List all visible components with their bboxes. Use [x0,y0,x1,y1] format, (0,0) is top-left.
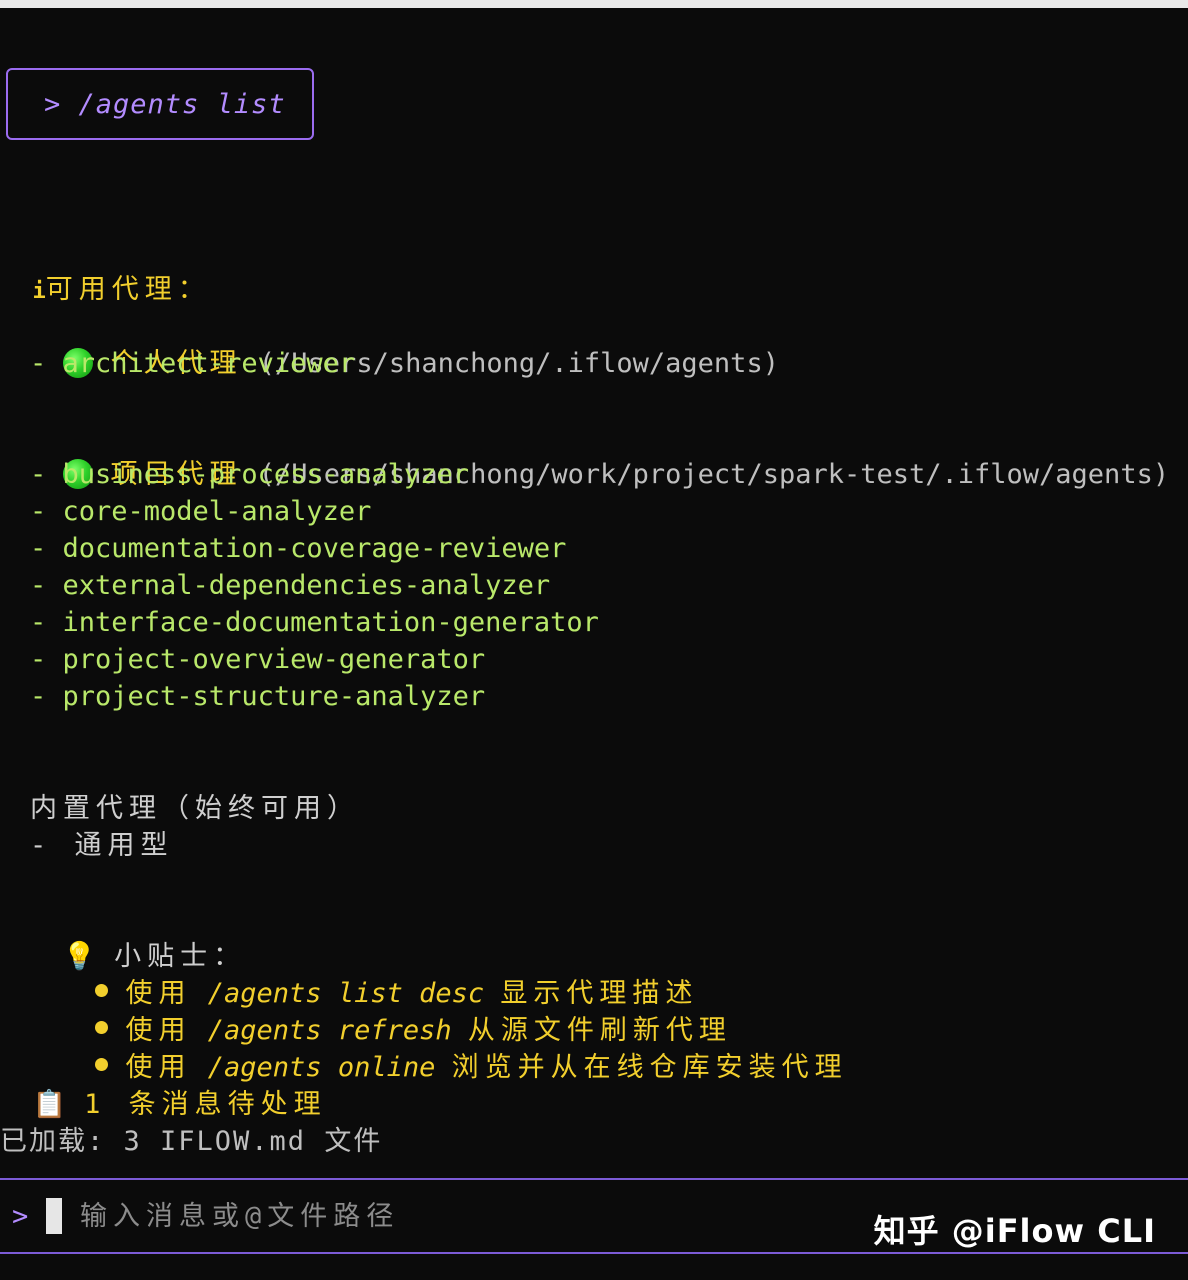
personal-agents-heading: 个人代理 (/Users/shanchong/.iflow/agents) [30,308,779,379]
command-text: /agents list [78,88,286,120]
tips-heading: 💡 小贴士： [30,901,246,972]
list-item: - interface-documentation-generator [30,607,599,638]
list-item: - 通用型 [30,830,174,861]
list-item: - business-process-analyzer [30,459,469,490]
tip-item: 使用 /agents online 浏览并从在线仓库安装代理 [62,1012,848,1083]
tip-item: 使用 /agents list desc 显示代理描述 [62,938,698,1009]
list-item: - project-overview-generator [30,644,486,675]
pending-messages: 📋 1 条消息待处理 [0,1049,327,1120]
window-top-edge [0,0,1188,8]
builtin-agents-title: 内置代理（始终可用） [30,793,360,824]
list-item: - core-model-analyzer [30,496,372,527]
text-cursor [46,1198,62,1234]
project-agents-heading: 项目代理 (/Users/shanchong/work/project/spar… [30,419,1169,490]
agents-header: i可用代理： [0,234,211,305]
message-input[interactable] [80,1198,780,1235]
agents-header-title: 可用代理： [45,274,211,305]
command-echo-box: > /agents list [6,68,314,140]
input-top-divider [0,1178,1188,1180]
input-bottom-divider [0,1252,1188,1254]
input-prompt-symbol: > [12,1201,29,1232]
watermark: 知乎 @iFlow CLI [873,1212,1156,1250]
list-item: - external-dependencies-analyzer [30,570,551,601]
list-item: - project-structure-analyzer [30,681,486,712]
clipboard-icon: 📋 [32,1089,67,1120]
list-item: - architect-reviewer [30,348,356,379]
command-prompt-symbol: > [44,88,62,120]
tip-item: 使用 /agents refresh 从源文件刷新代理 [62,975,732,1046]
loaded-files-status: 已加载: 3 IFLOW.md 文件 [0,1126,383,1157]
info-icon: i [32,279,46,304]
list-item: - documentation-coverage-reviewer [30,533,567,564]
pending-messages-text: 1 条消息待处理 [84,1089,327,1120]
